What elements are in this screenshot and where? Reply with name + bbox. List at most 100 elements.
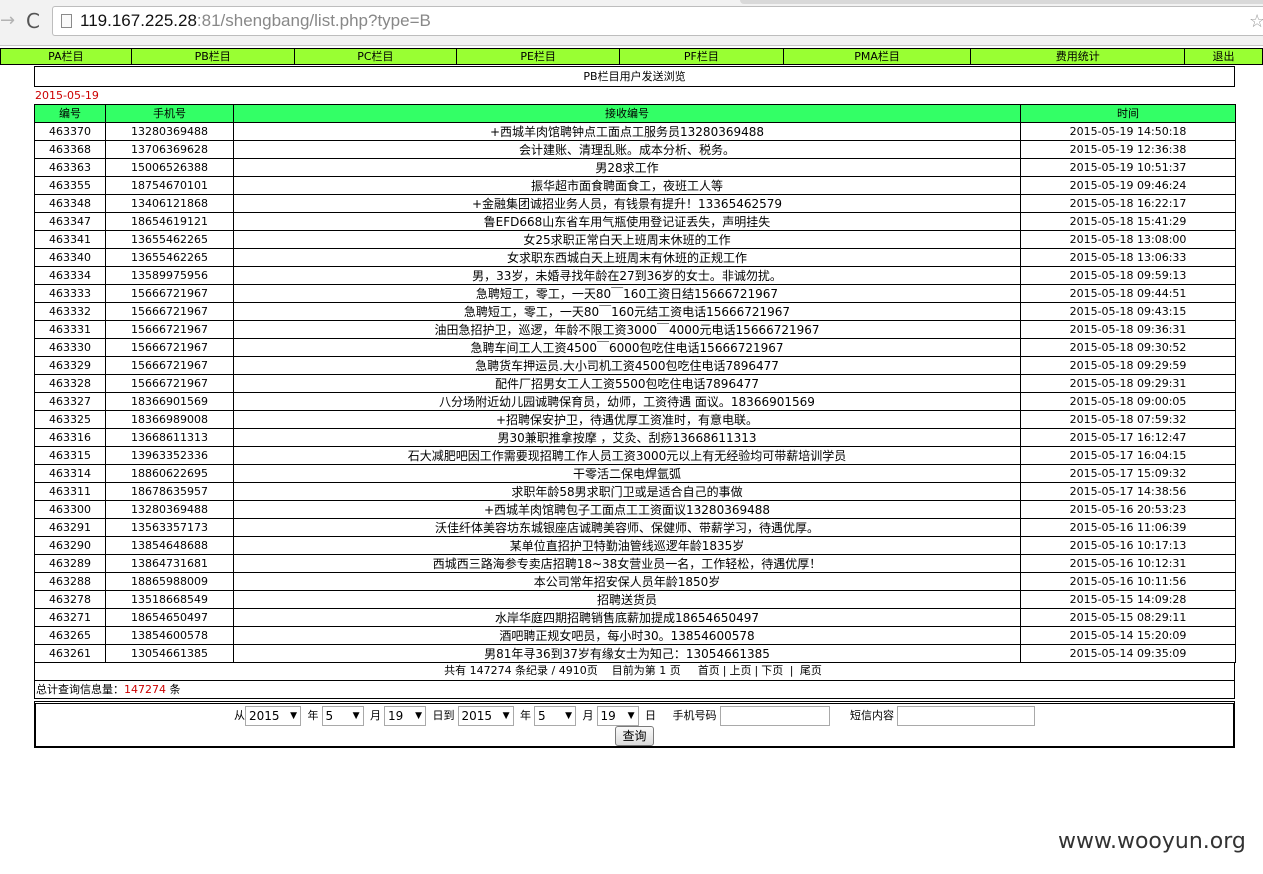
cell-content: 急聘货车押运员.大小司机工资4500包吃住电话7896477 bbox=[233, 356, 1021, 375]
table-row: 463370 13280369488 +西城羊肉馆聘钟点工面点工服务员1328036… bbox=[34, 122, 1236, 141]
from-month-select[interactable]: 5 ▼ bbox=[321, 706, 364, 726]
table-row: 463332 15666721967 急聘短工，零工，一天80￣160元结工资电话1… bbox=[34, 302, 1236, 321]
nav-item[interactable]: PB栏目 bbox=[132, 49, 295, 64]
phone-input[interactable] bbox=[719, 706, 830, 726]
nav-item[interactable]: PMA栏目 bbox=[784, 49, 972, 64]
content-input[interactable] bbox=[896, 706, 1035, 726]
from-year-value: 2015 bbox=[249, 709, 280, 723]
watermark: www.wooyun.org bbox=[1058, 829, 1246, 854]
cell-id: 463271 bbox=[34, 608, 106, 627]
from-year-select[interactable]: 2015 ▼ bbox=[245, 706, 301, 726]
table-row: 463368 13706369628 会计建账、清理乱账。成本分析、税务。 2015-… bbox=[34, 140, 1236, 159]
search-fields: 从 2015 ▼ 年 5 ▼ 月 19 ▼ 日到 2015 ▼ 年 5 ▼ 月 19 ▼ 日 手机号码 … bbox=[36, 704, 1233, 726]
cell-id: 463265 bbox=[34, 626, 106, 645]
pager-separator: | bbox=[722, 664, 727, 677]
cell-content: +西城羊肉馆聘包子工面点工工资面议13280369488 bbox=[233, 500, 1021, 519]
cell-phone: 15666721967 bbox=[105, 356, 234, 375]
cell-time: 2015-05-18 09:29:31 bbox=[1020, 374, 1236, 393]
pager-separator: | bbox=[789, 664, 794, 677]
cell-phone: 13406121868 bbox=[105, 194, 234, 213]
pager-separator: | bbox=[754, 664, 759, 677]
from-day-select[interactable]: 19 ▼ bbox=[384, 706, 426, 726]
from-day-value: 19 bbox=[388, 709, 404, 723]
cell-id: 463347 bbox=[34, 212, 106, 231]
nav-item[interactable]: 费用统计 bbox=[971, 49, 1186, 64]
table-row: 463300 13280369488 +西城羊肉馆聘包子工面点工工资面议132803… bbox=[34, 500, 1236, 519]
cell-time: 2015-05-18 13:06:33 bbox=[1020, 248, 1236, 267]
cell-content: 本公司常年招安保人员年龄1850岁 bbox=[233, 572, 1021, 591]
cell-content: 某单位直招护卫特勤油管线巡逻年龄1835岁 bbox=[233, 536, 1021, 555]
from-label: 从 bbox=[234, 709, 245, 722]
cell-id: 463311 bbox=[34, 482, 106, 501]
cell-time: 2015-05-19 09:46:24 bbox=[1020, 176, 1236, 195]
cell-phone: 15666721967 bbox=[105, 320, 234, 339]
nav-item[interactable]: 退出 bbox=[1185, 49, 1262, 64]
to-month-value: 5 bbox=[538, 709, 546, 723]
cell-id: 463261 bbox=[34, 644, 106, 663]
to-year-select[interactable]: 2015 ▼ bbox=[457, 706, 514, 726]
cell-time: 2015-05-18 09:29:59 bbox=[1020, 356, 1236, 375]
cell-time: 2015-05-18 16:22:17 bbox=[1020, 194, 1236, 213]
cell-phone: 18654650497 bbox=[105, 608, 234, 627]
cell-phone: 13054661385 bbox=[105, 644, 234, 663]
nav-item[interactable]: PA栏目 bbox=[1, 49, 132, 64]
table-row: 463289 13864731681 西城西三路海参专卖店招聘18~38女营业员一名… bbox=[34, 554, 1236, 573]
cell-phone: 18366901569 bbox=[105, 392, 234, 411]
cell-time: 2015-05-16 10:11:56 bbox=[1020, 572, 1236, 591]
prev-page-link[interactable]: 上页 bbox=[729, 664, 751, 677]
cell-content: 配件厂招男女工人工资5500包吃住电话7896477 bbox=[233, 374, 1021, 393]
cell-phone: 18654619121 bbox=[105, 212, 234, 231]
cell-content: 急聘车间工人工资4500￣6000包吃住电话15666721967 bbox=[233, 338, 1021, 357]
nav-item[interactable]: PF栏目 bbox=[620, 49, 784, 64]
bookmark-star-icon[interactable]: ☆ bbox=[1249, 11, 1263, 32]
search-button[interactable]: 查询 bbox=[615, 726, 654, 746]
next-page-link[interactable]: 下页 bbox=[761, 664, 783, 677]
cell-time: 2015-05-18 09:00:05 bbox=[1020, 392, 1236, 411]
to-year-value: 2015 bbox=[461, 709, 493, 723]
cell-phone: 18754670101 bbox=[105, 176, 234, 195]
col-header-phone: 手机号 bbox=[105, 104, 234, 123]
cell-phone: 13963352336 bbox=[105, 446, 234, 465]
cell-time: 2015-05-17 16:04:15 bbox=[1020, 446, 1236, 465]
cell-content: 急聘短工，零工，一天80￣160元结工资电话15666721967 bbox=[233, 302, 1021, 321]
cell-id: 463328 bbox=[34, 374, 106, 393]
cell-time: 2015-05-18 09:59:13 bbox=[1020, 266, 1236, 285]
reload-icon[interactable]: C bbox=[20, 9, 46, 33]
cell-time: 2015-05-18 09:43:15 bbox=[1020, 302, 1236, 321]
dropdown-arrow-icon: ▼ bbox=[352, 711, 360, 721]
cell-content: 求职年龄58男求职门卫或是适合自己的事做 bbox=[233, 482, 1021, 501]
table-row: 463355 18754670101 振华超市面食聘面食工，夜班工人等 2015-05… bbox=[34, 176, 1236, 195]
cell-id: 463363 bbox=[34, 158, 106, 177]
cell-id: 463329 bbox=[34, 356, 106, 375]
cell-time: 2015-05-19 12:36:38 bbox=[1020, 140, 1236, 159]
cell-phone: 13854648688 bbox=[105, 536, 234, 555]
cell-content: 男，33岁，未婚寻找年龄在27到36岁的女士。非诚勿扰。 bbox=[233, 266, 1021, 285]
cell-id: 463327 bbox=[34, 392, 106, 411]
cell-id: 463290 bbox=[34, 536, 106, 555]
to-month-select[interactable]: 5 ▼ bbox=[534, 706, 576, 726]
to-day-select[interactable]: 19 ▼ bbox=[596, 706, 639, 726]
cell-content: 水岸华庭四期招聘销售底薪加提成18654650497 bbox=[233, 608, 1021, 627]
cell-phone: 13563357173 bbox=[105, 518, 234, 537]
cell-time: 2015-05-18 07:59:32 bbox=[1020, 410, 1236, 429]
first-page-link[interactable]: 首页 bbox=[698, 664, 720, 677]
address-bar[interactable]: 119.167.225.28:81/shengbang/list.php?typ… bbox=[52, 6, 1263, 36]
cell-id: 463291 bbox=[34, 518, 106, 537]
content-label: 短信内容 bbox=[849, 709, 894, 722]
table-row: 463327 18366901569 八分场附近幼儿园诚聘保育员，幼师，工资待遇 面… bbox=[34, 392, 1236, 411]
cell-content: 男28求工作 bbox=[233, 158, 1021, 177]
cell-phone: 15666721967 bbox=[105, 284, 234, 303]
current-date: 2015-05-19 bbox=[35, 89, 99, 102]
nav-item[interactable]: PC栏目 bbox=[295, 49, 458, 64]
last-page-link[interactable]: 尾页 bbox=[800, 664, 822, 677]
table-row: 463328 15666721967 配件厂招男女工人工资5500包吃住电话7896… bbox=[34, 374, 1236, 393]
nav-item[interactable]: PE栏目 bbox=[457, 49, 620, 64]
page-icon bbox=[61, 14, 72, 28]
cell-phone: 13854600578 bbox=[105, 626, 234, 645]
cell-time: 2015-05-16 10:12:31 bbox=[1020, 554, 1236, 573]
cell-time: 2015-05-17 16:12:47 bbox=[1020, 428, 1236, 447]
table-row: 463347 18654619121 鲁EFD668山东省车用气瓶使用登记证丢失，声… bbox=[34, 212, 1236, 231]
forward-icon[interactable]: → bbox=[0, 10, 16, 32]
url-text[interactable]: 119.167.225.28:81/shengbang/list.php?typ… bbox=[80, 11, 431, 31]
col-header-content: 接收编号 bbox=[233, 104, 1021, 123]
